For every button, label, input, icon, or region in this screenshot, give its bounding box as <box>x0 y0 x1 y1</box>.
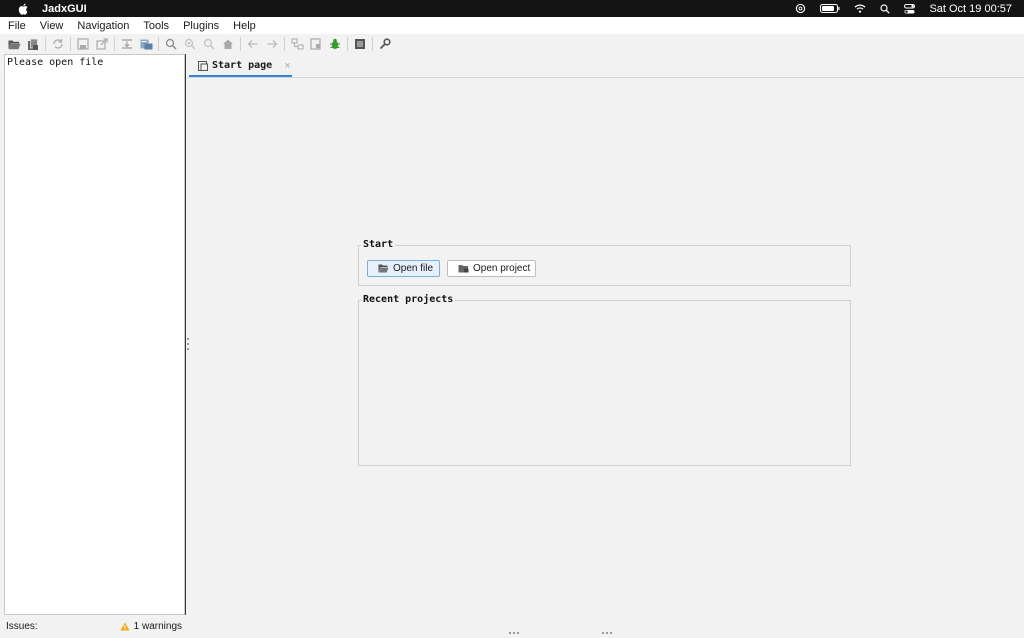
start-page-icon <box>198 60 208 71</box>
toolbar-separator <box>114 37 115 51</box>
macos-menubar: JadxGUI Sat Oct 19 00:57 <box>0 0 1024 17</box>
warnings-indicator[interactable]: 1 warnings <box>120 621 182 632</box>
find-usage-icon[interactable] <box>201 36 217 52</box>
menu-navigation[interactable]: Navigation <box>71 20 135 32</box>
open-file-hint: Please open file <box>7 57 104 68</box>
preferences-wrench-icon[interactable] <box>377 36 393 52</box>
folder-open-icon <box>378 264 389 273</box>
quark-icon[interactable] <box>308 36 324 52</box>
log-viewer-icon[interactable] <box>352 36 368 52</box>
save-all-icon[interactable] <box>75 36 91 52</box>
project-folder-icon <box>458 265 469 273</box>
toolbar-separator <box>240 37 241 51</box>
tab-start-page[interactable]: Start page × <box>190 54 292 77</box>
issues-label: Issues: <box>6 621 38 632</box>
menu-file[interactable]: File <box>2 20 32 32</box>
forward-arrow-icon[interactable] <box>264 36 280 52</box>
battery-icon[interactable] <box>820 4 840 13</box>
active-app-name[interactable]: JadxGUI <box>42 3 87 15</box>
sync-icon[interactable] <box>50 36 66 52</box>
open-project-button[interactable]: Open project <box>447 260 536 277</box>
toolbar-separator <box>372 37 373 51</box>
apple-logo-icon[interactable] <box>16 3 30 15</box>
deobfuscation-icon[interactable] <box>289 36 305 52</box>
tab-strip: Start page × <box>186 54 1024 78</box>
close-icon[interactable]: × <box>284 60 290 72</box>
flatten-packages-icon[interactable] <box>119 36 135 52</box>
back-arrow-icon[interactable] <box>245 36 261 52</box>
wifi-icon[interactable] <box>854 4 866 13</box>
active-tab-indicator <box>189 75 292 77</box>
export-icon[interactable] <box>94 36 110 52</box>
open-file-icon[interactable] <box>6 36 22 52</box>
home-icon[interactable] <box>220 36 236 52</box>
debug-icon[interactable] <box>327 36 343 52</box>
project-tree-panel[interactable]: Please open file <box>4 54 185 615</box>
open-file-button[interactable]: Open file <box>367 260 440 277</box>
toolbar-separator <box>158 37 159 51</box>
splitter-handle[interactable] <box>186 338 189 350</box>
sync-with-editor-icon[interactable] <box>138 36 154 52</box>
recent-projects-title: Recent projects <box>361 294 456 305</box>
tab-label: Start page <box>212 60 273 71</box>
menu-help[interactable]: Help <box>227 20 262 32</box>
bottom-splitter-handle[interactable] <box>509 632 519 634</box>
menu-plugins[interactable]: Plugins <box>177 20 225 32</box>
add-files-icon[interactable] <box>25 36 41 52</box>
toolbar-separator <box>347 37 348 51</box>
search-icon[interactable] <box>163 36 179 52</box>
menubar-clock[interactable]: Sat Oct 19 00:57 <box>929 3 1012 15</box>
control-center-icon[interactable] <box>904 3 916 14</box>
spotlight-search-icon[interactable] <box>880 3 891 14</box>
menu-view[interactable]: View <box>34 20 70 32</box>
find-class-icon[interactable] <box>182 36 198 52</box>
warnings-count: 1 warnings <box>133 621 182 632</box>
recent-projects-group: Recent projects <box>358 294 851 466</box>
main-toolbar <box>0 34 1024 54</box>
bottom-splitter-handle[interactable] <box>602 632 612 634</box>
toolbar-separator <box>284 37 285 51</box>
warning-icon <box>120 622 130 631</box>
start-group-title: Start <box>361 239 396 250</box>
toolbar-separator <box>70 37 71 51</box>
toolbar-separator <box>45 37 46 51</box>
open-project-label: Open project <box>473 263 531 274</box>
openai-status-icon[interactable] <box>795 3 806 14</box>
status-bar: Issues: 1 warnings <box>0 615 186 638</box>
open-file-label: Open file <box>393 263 434 274</box>
menu-tools[interactable]: Tools <box>137 20 175 32</box>
app-menu-bar: File View Navigation Tools Plugins Help <box>0 17 1024 34</box>
